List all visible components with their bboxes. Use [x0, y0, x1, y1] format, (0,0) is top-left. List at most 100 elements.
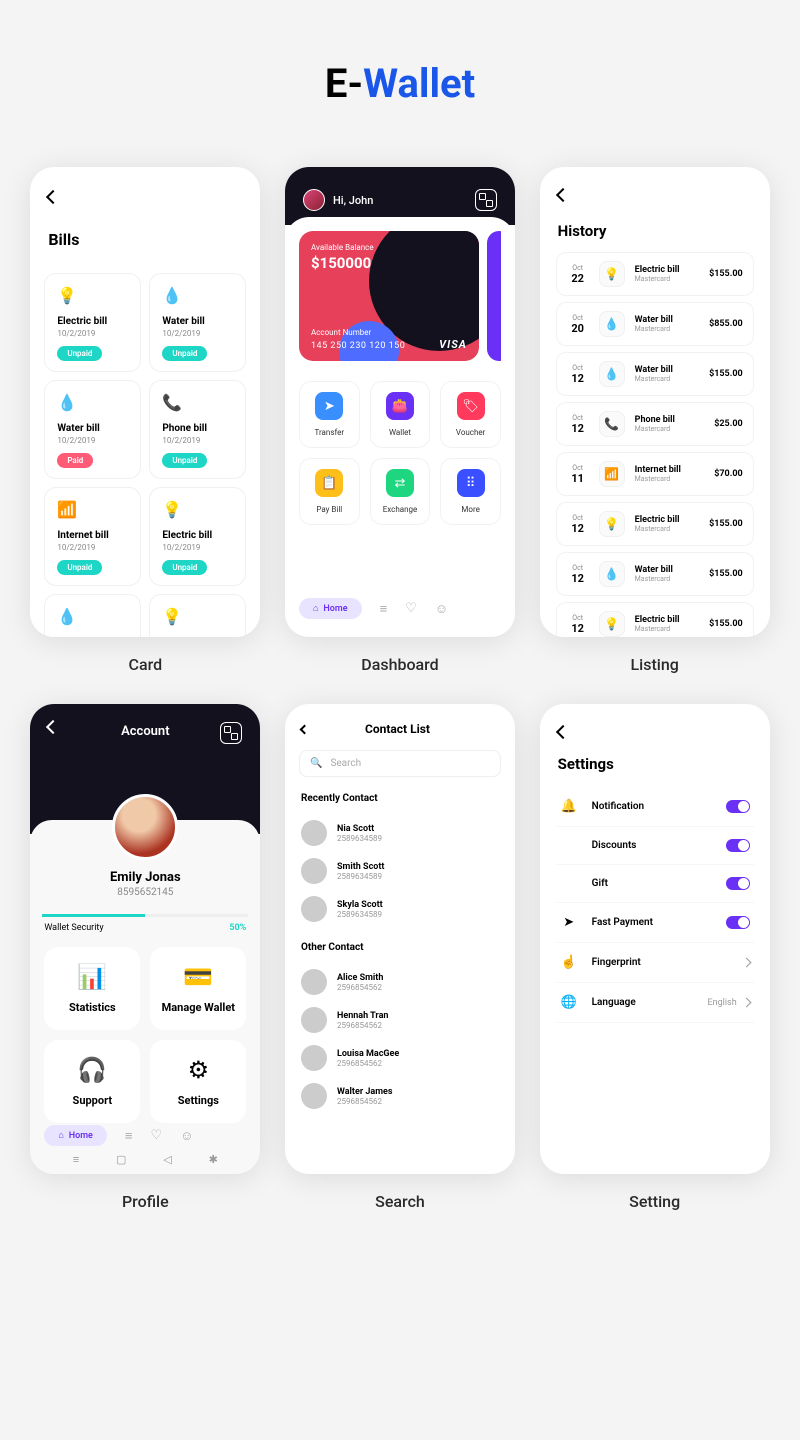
setting-icon: ☝ — [560, 955, 578, 970]
action-icon: 👛 — [386, 392, 414, 420]
avatar — [301, 1045, 327, 1071]
settings-row-gift[interactable]: Gift — [556, 865, 754, 903]
avatar[interactable] — [303, 189, 325, 211]
profile-tile-statistics[interactable]: 📊 Statistics — [44, 947, 140, 1030]
drop-icon: 💧 — [599, 311, 625, 337]
back-triangle-icon[interactable]: ◁ — [163, 1153, 171, 1166]
settings-row-fingerprint[interactable]: ☝ Fingerprint — [556, 943, 754, 983]
setting-icon: 🔔 — [560, 799, 578, 814]
profile-tile-support[interactable]: 🎧 Support — [44, 1040, 140, 1123]
bill-card[interactable]: 💧 Water bill 10/2/2019 Paid — [44, 380, 141, 479]
avatar — [301, 820, 327, 846]
action-voucher[interactable]: 🏷 Voucher — [440, 381, 501, 448]
history-row[interactable]: Oct12 💧 Water billMastercard $155.00 — [556, 352, 754, 396]
back-icon[interactable] — [556, 725, 570, 739]
action-exchange[interactable]: ⇄ Exchange — [370, 458, 431, 525]
toggle[interactable] — [726, 800, 750, 813]
avatar — [301, 1007, 327, 1033]
contact-row[interactable]: Walter James2596854562 — [285, 1077, 515, 1115]
wifi-icon: 📶 — [599, 461, 625, 487]
status-badge: Unpaid — [162, 346, 207, 361]
action-more[interactable]: ⠿ More — [440, 458, 501, 525]
action-pay-bill[interactable]: 📋 Pay Bill — [299, 458, 360, 525]
bill-card[interactable]: 💧 Water bill 10/2/2019 Unpaid — [149, 273, 246, 372]
settings-row-language[interactable]: 🌐 Language English — [556, 983, 754, 1023]
action-transfer[interactable]: ➤ Transfer — [299, 381, 360, 448]
bill-card[interactable]: 💡 Electric bill 10/2/2019 Unpaid — [149, 487, 246, 586]
bill-card[interactable]: 💧 Water bill 10/2/2019 Paid — [44, 594, 141, 637]
bell-icon[interactable]: ♡ — [151, 1128, 163, 1143]
tile-icon: 📊 — [54, 963, 130, 991]
bell-icon[interactable]: ♡ — [405, 601, 417, 616]
menu-icon[interactable]: ≡ — [73, 1153, 79, 1166]
toggle[interactable] — [726, 839, 750, 852]
user-icon[interactable]: ☺ — [180, 1128, 193, 1144]
action-icon: ⠿ — [457, 469, 485, 497]
drop-icon: 💧 — [599, 361, 625, 387]
balance-card-next[interactable] — [487, 231, 501, 361]
contact-row[interactable]: Hennah Tran2596854562 — [285, 1001, 515, 1039]
list-icon[interactable]: ≡ — [380, 601, 388, 617]
search-icon: 🔍 — [310, 758, 322, 769]
profile-tile-manage-wallet[interactable]: 💳 Manage Wallet — [150, 947, 246, 1030]
qr-icon[interactable] — [475, 189, 497, 211]
phone-icon: 📞 — [162, 393, 184, 415]
drop-icon: 💧 — [57, 393, 79, 415]
drop-icon: 💧 — [57, 607, 79, 629]
settings-row-notification[interactable]: 🔔 Notification — [556, 787, 754, 827]
history-row[interactable]: Oct12 💡 Electric billMastercard $155.00 — [556, 602, 754, 637]
history-row[interactable]: Oct12 💡 Electric billMastercard $155.00 — [556, 502, 754, 546]
nav-home[interactable]: ⌂ Home — [44, 1125, 107, 1146]
history-row[interactable]: Oct20 💧 Water billMastercard $855.00 — [556, 302, 754, 346]
chevron-right-icon — [741, 998, 751, 1008]
bulb-icon: 💡 — [599, 261, 625, 287]
user-icon[interactable]: ☺ — [435, 601, 448, 617]
action-icon: ⇄ — [386, 469, 414, 497]
phone-icon: 📞 — [599, 411, 625, 437]
accessibility-icon[interactable]: ✱ — [209, 1153, 218, 1166]
qr-icon[interactable] — [220, 722, 242, 744]
contact-row[interactable]: Nia Scott2589634589 — [285, 814, 515, 852]
action-icon: ➤ — [315, 392, 343, 420]
back-icon[interactable] — [556, 188, 570, 202]
contact-row[interactable]: Louisa MacGee2596854562 — [285, 1039, 515, 1077]
action-wallet[interactable]: 👛 Wallet — [370, 381, 431, 448]
list-icon[interactable]: ≡ — [125, 1128, 133, 1144]
balance-card[interactable]: Available Balance $150000 Account Number… — [299, 231, 479, 361]
settings-row-discounts[interactable]: Discounts — [556, 827, 754, 865]
status-badge: Unpaid — [162, 453, 207, 468]
profile-tile-settings[interactable]: ⚙ Settings — [150, 1040, 246, 1123]
setting-icon: 🌐 — [560, 995, 578, 1010]
history-row[interactable]: Oct22 💡 Electric billMastercard $155.00 — [556, 252, 754, 296]
contact-row[interactable]: Skyla Scott2589634589 — [285, 890, 515, 928]
history-row[interactable]: Oct12 💧 Water billMastercard $155.00 — [556, 552, 754, 596]
bill-card[interactable]: 💡 Electric bill 10/2/2019 Unpaid — [44, 273, 141, 372]
bill-card[interactable]: 📞 Phone bill 10/2/2019 Unpaid — [149, 380, 246, 479]
tile-icon: 💳 — [160, 963, 236, 991]
square-icon[interactable]: ▢ — [116, 1153, 126, 1166]
contact-row[interactable]: Smith Scott2589634589 — [285, 852, 515, 890]
setting-icon: ➤ — [560, 915, 578, 930]
contact-row[interactable]: Alice Smith2596854562 — [285, 963, 515, 1001]
history-row[interactable]: Oct12 📞 Phone billMastercard $25.00 — [556, 402, 754, 446]
toggle[interactable] — [726, 916, 750, 929]
bulb-icon: 💡 — [57, 286, 79, 308]
bills-screen: Bills 💡 Electric bill 10/2/2019 Unpaid 💧… — [30, 167, 260, 637]
bill-card[interactable]: 📶 Internet bill 10/2/2019 Unpaid — [44, 487, 141, 586]
avatar — [301, 1083, 327, 1109]
bulb-icon: 💡 — [162, 607, 184, 629]
nav-home[interactable]: ⌂ Home — [299, 598, 362, 619]
history-row[interactable]: Oct11 📶 Internet billMastercard $70.00 — [556, 452, 754, 496]
tile-icon: 🎧 — [54, 1056, 130, 1084]
bulb-icon: 💡 — [162, 500, 184, 522]
history-screen: History Oct22 💡 Electric billMastercard … — [540, 167, 770, 637]
toggle[interactable] — [726, 877, 750, 890]
bill-card[interactable]: 💡 Electric bill 10/2/2019 Unpaid — [149, 594, 246, 637]
back-icon[interactable] — [46, 190, 60, 204]
security-bar — [42, 914, 248, 917]
search-input[interactable]: 🔍 Search — [299, 750, 501, 777]
status-badge: Unpaid — [162, 560, 207, 575]
settings-row-fast-payment[interactable]: ➤ Fast Payment — [556, 903, 754, 943]
settings-screen: Settings 🔔 Notification Discounts Gift ➤… — [540, 704, 770, 1174]
avatar[interactable] — [112, 794, 178, 860]
